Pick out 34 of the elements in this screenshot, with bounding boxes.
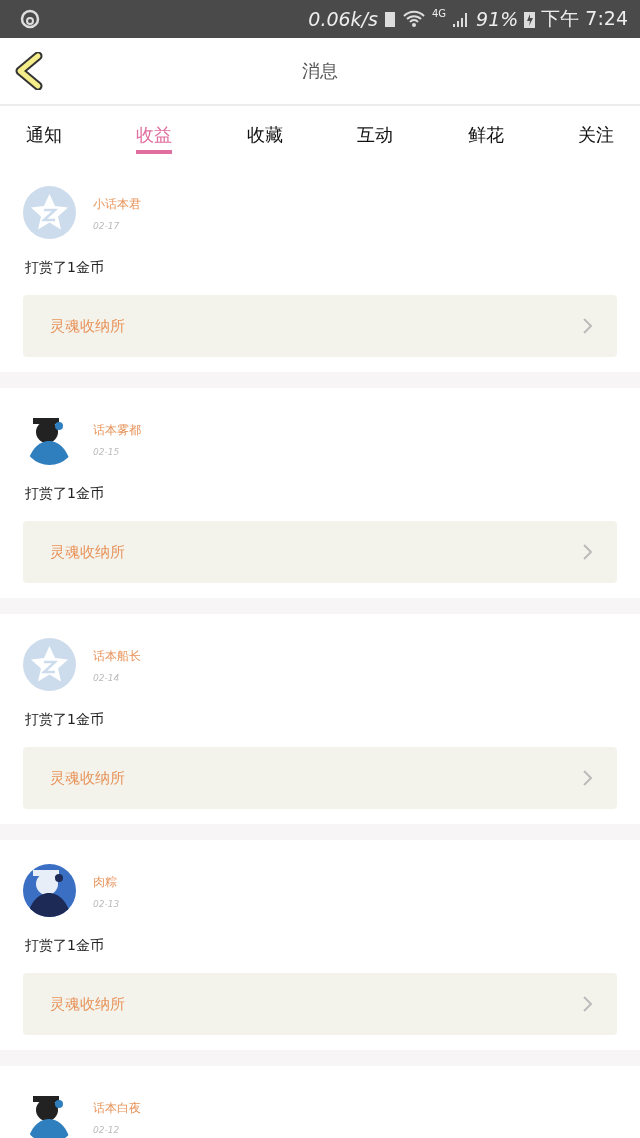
tab[interactable]: 收藏 bbox=[246, 106, 283, 154]
wifi-icon bbox=[401, 10, 426, 28]
message-date: 02-13 bbox=[93, 899, 120, 909]
message-text: 打赏了1金币 bbox=[25, 259, 105, 277]
user-name: 小话本君 bbox=[93, 196, 141, 213]
default-avatar-icon bbox=[23, 638, 76, 691]
tab[interactable]: 互动 bbox=[357, 106, 394, 154]
user-name: 肉粽 bbox=[93, 874, 118, 891]
page-title: 消息 bbox=[302, 59, 338, 83]
app-icon bbox=[20, 9, 40, 29]
message-date: 02-14 bbox=[93, 673, 121, 683]
user-name: 话本白夜 bbox=[93, 1100, 141, 1117]
tab[interactable]: 鲜花 bbox=[467, 106, 504, 154]
message-date: 02-15 bbox=[93, 447, 121, 457]
user-name: 话本船长 bbox=[93, 648, 141, 665]
message-date: 02-17 bbox=[93, 221, 121, 231]
chevron-right-icon bbox=[583, 318, 593, 334]
message-text: 打赏了1金币 bbox=[25, 485, 105, 503]
clock: 下午 7:24 bbox=[541, 6, 628, 31]
chevron-right-icon bbox=[583, 544, 593, 560]
tab[interactable]: 通知 bbox=[26, 106, 62, 154]
message-text: 打赏了1金币 bbox=[25, 937, 105, 955]
tab[interactable]: 关注 bbox=[577, 106, 614, 154]
battery-charging-icon bbox=[524, 10, 536, 28]
default-avatar-icon bbox=[23, 186, 76, 239]
chevron-right-icon bbox=[583, 770, 593, 786]
message-date: 02-12 bbox=[93, 1125, 121, 1135]
network-type: 4G bbox=[431, 8, 447, 19]
battery-percent: 91% bbox=[476, 8, 519, 30]
message-text: 打赏了1金币 bbox=[25, 711, 105, 729]
chevron-right-icon bbox=[583, 996, 593, 1012]
network-speed: 0.06k/s bbox=[308, 8, 378, 30]
user-name: 话本雾都 bbox=[93, 422, 141, 439]
battery-saver-icon bbox=[383, 10, 396, 28]
